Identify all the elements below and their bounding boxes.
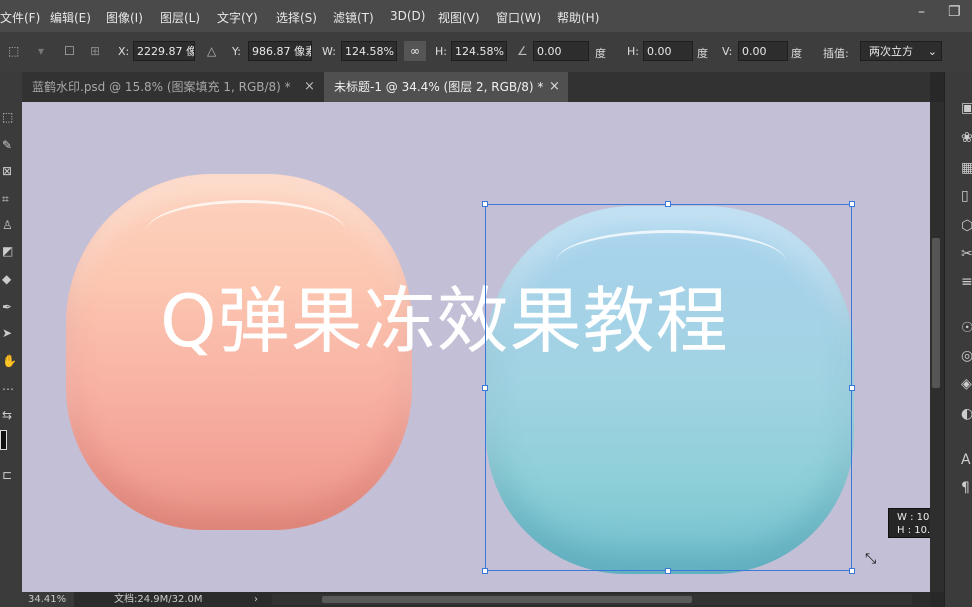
chevron-down-icon: ⌄ [927,45,937,58]
status-bar: 34.41% 文档:24.9M/32.0M › [22,592,930,607]
tab-label: 未标题-1 @ 34.4% (图层 2, RGB/8) * [334,80,544,94]
restore-button[interactable]: ❐ [948,4,961,20]
menu-type[interactable]: 文字(Y) [217,9,258,26]
hand-tool-icon[interactable]: ✋ [2,354,17,368]
status-menu-arrow[interactable]: › [254,592,258,607]
height-field[interactable]: 124.58% [451,41,507,61]
3d-panel-icon[interactable]: ⬡ [961,218,972,234]
menu-layer[interactable]: 图层(L) [160,9,200,26]
transform-handle-bl[interactable] [482,568,488,574]
tools-panel: ⬚ ✎ ⊠ ⌗ ♙ ◩ ◆ ✒ ➤ ✋ ⋯ ⇆ ⊏ [0,72,22,607]
menu-image[interactable]: 图像(I) [106,9,143,26]
horizontal-scroll-thumb[interactable] [322,596,692,603]
tab-label: 蓝鹤水印.psd @ 15.8% (图案填充 1, RGB/8) * [32,80,291,94]
separator-icon: ▾ [38,44,45,58]
history-panel-icon[interactable]: ▣ [961,100,972,116]
y-field[interactable]: 986.87 像素 [248,41,312,61]
menu-window[interactable]: 窗口(W) [496,9,541,26]
quick-mask-icon[interactable]: ⊏ [2,468,12,482]
document-size: 文档:24.9M/32.0M [114,594,203,605]
light-panel-icon[interactable]: ☉ [961,320,972,336]
properties-panel-icon[interactable]: ▯ [961,188,969,204]
transform-handle-b[interactable] [665,568,671,574]
diagonal-resize-cursor-icon: ⤡ [865,551,877,567]
menu-help[interactable]: 帮助(H) [557,9,599,26]
document-canvas[interactable]: Q弹果冻效果教程 ⤡ [22,102,930,592]
zoom-level[interactable]: 34.41% [22,592,74,607]
menu-filter[interactable]: 滤镜(T) [333,9,374,26]
relative-position-icon[interactable]: △ [207,44,216,58]
menu-edit[interactable]: 编辑(E) [50,9,91,26]
transform-tool-icon[interactable]: ⬚ [8,44,19,58]
angle-unit: 度 [595,47,606,60]
transform-handle-tr[interactable] [849,201,855,207]
crop-tool-icon[interactable]: ⌗ [2,192,9,207]
close-icon[interactable]: × [549,72,560,102]
vskew-label: V: [722,45,733,58]
interpolation-select[interactable]: 两次立方 ⌄ [860,41,942,61]
document-tabs: 蓝鹤水印.psd @ 15.8% (图案填充 1, RGB/8) * × 未标题… [22,72,930,102]
foreground-color-swatch[interactable] [0,430,7,450]
transform-bounding-box[interactable] [485,204,852,571]
transform-handle-br[interactable] [849,568,855,574]
marquee-tool-icon[interactable]: ⬚ [2,110,13,124]
reference-grid-icon[interactable]: ⊞ [90,44,100,58]
adjustments-panel-icon[interactable]: ❀ [961,130,972,146]
transform-handle-t[interactable] [665,201,671,207]
align-panel-icon[interactable]: ≡ [961,274,972,290]
paths-panel-icon[interactable]: ◐ [961,406,972,422]
hskew-field[interactable]: 0.00 [643,41,693,61]
width-field[interactable]: 124.58% [341,41,397,61]
menu-bar: 文件(F) 编辑(E) 图像(I) 图层(L) 文字(Y) 选择(S) 滤镜(T… [0,0,972,32]
link-icon[interactable]: ∞ [404,41,426,61]
channels-panel-icon[interactable]: ◎ [961,348,972,364]
eraser-tool-icon[interactable]: ◩ [2,244,13,258]
reference-point-checkbox[interactable]: ☐ [64,44,75,58]
transform-handle-l[interactable] [482,385,488,391]
w-label: W: [322,45,336,58]
vertical-scroll-thumb[interactable] [932,238,940,388]
right-panel-dock: ▣ ❀ ▦ ▯ ⬡ ✂ ≡ ☉ ◎ ◈ ◐ A ¶ [944,72,972,607]
brush-tool-icon[interactable]: ✎ [2,138,12,152]
menu-view[interactable]: 视图(V) [438,9,480,26]
bucket-tool-icon[interactable]: ◆ [2,272,11,286]
rotate-angle-icon: ∠ [517,44,528,58]
close-icon[interactable]: × [304,72,315,102]
tab-watermark-doc[interactable]: 蓝鹤水印.psd @ 15.8% (图案填充 1, RGB/8) * [22,72,322,102]
frame-tool-icon[interactable]: ⊠ [2,164,12,178]
hskew-label: H: [627,45,639,58]
path-select-tool-icon[interactable]: ➤ [2,326,12,340]
tab-untitled-doc[interactable]: 未标题-1 @ 34.4% (图层 2, RGB/8) * [324,72,568,102]
pen-tool-icon[interactable]: ✒ [2,300,12,314]
y-label: Y: [232,45,241,58]
menu-file[interactable]: 文件(F) [0,9,40,26]
grid-panel-icon[interactable]: ▦ [961,160,972,176]
more-tools-icon[interactable]: ⋯ [2,382,14,396]
vskew-unit: 度 [791,47,802,60]
layers-panel-icon[interactable]: ◈ [961,376,972,392]
interpolation-value: 两次立方 [869,45,913,58]
swap-colors-icon[interactable]: ⇆ [2,408,12,422]
h-label: H: [435,45,447,58]
hskew-unit: 度 [697,47,708,60]
brush-settings-icon[interactable]: ✂ [961,246,972,262]
x-field[interactable]: 2229.87 像 [133,41,195,61]
pink-highlight [146,200,346,263]
transform-options-bar: ⬚ ▾ ☐ ⊞ X: 2229.87 像 △ Y: 986.87 像素 W: 1… [0,32,972,73]
menu-select[interactable]: 选择(S) [276,9,317,26]
angle-field[interactable]: 0.00 [533,41,589,61]
transform-handle-r[interactable] [849,385,855,391]
minimize-button[interactable]: – [918,4,925,20]
x-label: X: [118,45,130,58]
stamp-tool-icon[interactable]: ♙ [2,218,13,232]
vskew-field[interactable]: 0.00 [738,41,788,61]
interpolation-label: 插值: [823,47,849,60]
menu-3d[interactable]: 3D(D) [390,9,425,23]
paragraph-panel-icon[interactable]: ¶ [961,480,970,496]
character-panel-icon[interactable]: A [961,452,971,468]
transform-handle-tl[interactable] [482,201,488,207]
